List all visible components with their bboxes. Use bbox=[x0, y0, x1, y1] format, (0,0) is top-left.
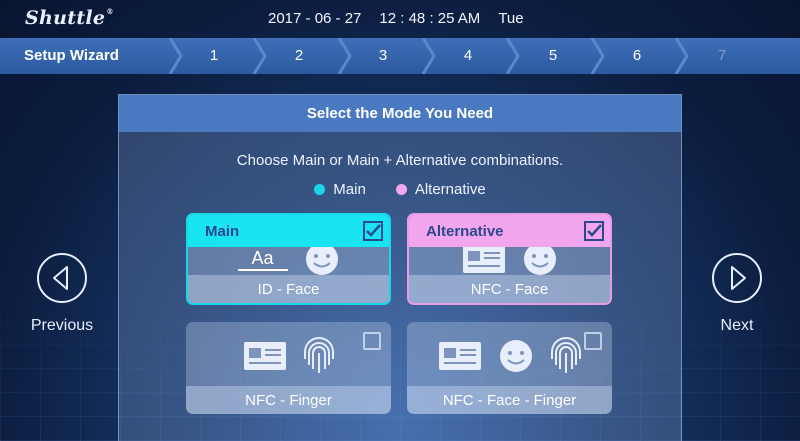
wizard-bar: Setup Wizard 1 2 3 4 5 6 7 bbox=[0, 38, 800, 74]
nfc-card-icon bbox=[438, 342, 481, 370]
wizard-step-6: 6 bbox=[632, 47, 642, 64]
panel-title: Select the Mode You Need bbox=[119, 95, 681, 132]
mode-card-nfc-face-finger[interactable]: NFC - Face - Finger bbox=[407, 322, 612, 414]
wizard-step-2: 2 bbox=[294, 47, 304, 64]
chevron-right-icon bbox=[712, 253, 762, 303]
card-selected-header: Main bbox=[188, 215, 389, 247]
previous-button[interactable]: Previous bbox=[7, 252, 117, 335]
brand-logo: Shuttle® bbox=[25, 7, 114, 29]
chevron-separator-icon bbox=[337, 38, 352, 74]
fingerprint-icon bbox=[303, 337, 334, 373]
mode-card-nfc-face[interactable]: Alternative NFC - Face bbox=[407, 213, 612, 305]
card-caption: NFC - Face - Finger bbox=[407, 386, 612, 414]
wizard-step-7: 7 bbox=[717, 47, 727, 64]
previous-label: Previous bbox=[30, 317, 94, 334]
wizard-step-3: 3 bbox=[378, 47, 388, 64]
mode-card-id-face[interactable]: Aa Main ID - Face bbox=[186, 213, 391, 305]
mode-card-nfc-finger[interactable]: NFC - Finger bbox=[186, 322, 391, 414]
alternative-dot-icon bbox=[395, 184, 407, 195]
datetime: 2017 - 06 - 27 12 : 48 : 25 AM Tue bbox=[268, 10, 524, 27]
face-icon bbox=[499, 340, 532, 372]
wizard-title: Setup Wizard bbox=[24, 47, 119, 64]
chevron-separator-icon bbox=[674, 38, 689, 74]
mode-selection-panel: Select the Mode You Need Choose Main or … bbox=[118, 94, 682, 441]
legend-item-alternative: Alternative bbox=[395, 181, 486, 198]
day-text: Tue bbox=[498, 10, 524, 27]
wizard-step-1: 1 bbox=[209, 47, 219, 64]
nfc-card-icon bbox=[243, 342, 286, 370]
card-selected-header: Alternative bbox=[409, 215, 610, 247]
chevron-separator-icon bbox=[421, 38, 436, 74]
main-dot-icon bbox=[314, 184, 326, 195]
id-text-icon: Aa bbox=[237, 247, 288, 271]
top-bar: Shuttle® 2017 - 06 - 27 12 : 48 : 25 AM … bbox=[0, 0, 800, 38]
card-caption: NFC - Finger bbox=[186, 386, 391, 414]
checkbox-checked-icon[interactable] bbox=[363, 221, 383, 241]
card-caption: ID - Face bbox=[188, 275, 389, 303]
checkbox-checked-icon[interactable] bbox=[584, 221, 604, 241]
next-button[interactable]: Next bbox=[682, 252, 792, 335]
fingerprint-icon bbox=[550, 337, 581, 373]
chevron-separator-icon bbox=[252, 38, 267, 74]
legend-item-main: Main bbox=[314, 181, 366, 198]
chevron-left-icon bbox=[37, 253, 87, 303]
wizard-step-5: 5 bbox=[548, 47, 558, 64]
chevron-separator-icon bbox=[505, 38, 520, 74]
time-text: 12 : 48 : 25 AM bbox=[379, 10, 481, 27]
date-text: 2017 - 06 - 27 bbox=[268, 10, 362, 27]
next-label: Next bbox=[720, 317, 754, 334]
instruction-text: Choose Main or Main + Alternative combin… bbox=[236, 152, 564, 169]
wizard-step-4: 4 bbox=[463, 47, 473, 64]
chevron-separator-icon bbox=[168, 38, 183, 74]
card-caption: NFC - Face bbox=[409, 275, 610, 303]
chevron-separator-icon bbox=[590, 38, 605, 74]
nfc-card-icon bbox=[462, 245, 505, 273]
legend: Main Alternative bbox=[119, 181, 681, 198]
